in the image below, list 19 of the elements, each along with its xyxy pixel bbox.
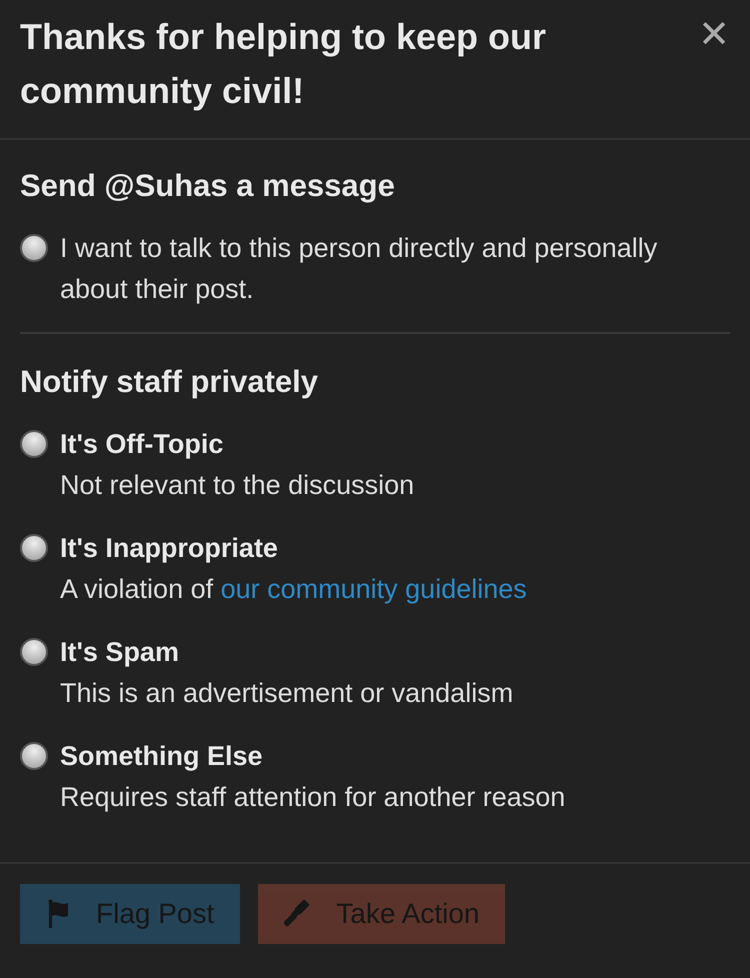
radio-button[interactable] (20, 234, 48, 262)
section-heading: Notify staff privately (20, 363, 320, 401)
radio-button[interactable] (20, 534, 48, 562)
close-button[interactable]: ✕ (698, 14, 730, 54)
option-description: A violation of our community guidelines (60, 573, 527, 606)
option-label: Something Else (60, 740, 264, 773)
option-label: It's Off-Topic (60, 428, 224, 461)
option-label: It's Inappropriate (60, 532, 279, 565)
option-description: Requires staff attention for another reason (60, 781, 566, 814)
dialog-title: Thanks for helping to keep our community civil! (20, 15, 548, 113)
section-heading: Send @Suhas a message (20, 167, 396, 205)
option-description: This is an advertisement or vandalism (60, 677, 514, 710)
option-label: It's Spam (60, 636, 180, 669)
radio-button[interactable] (20, 742, 48, 770)
radio-button[interactable] (20, 638, 48, 666)
option-description: Not relevant to the discussion (60, 469, 414, 502)
guidelines-link[interactable]: our community guidelines (220, 574, 527, 604)
option-label: I want to talk to this person directly and personally about their post. (60, 232, 658, 306)
radio-button[interactable] (20, 430, 48, 458)
